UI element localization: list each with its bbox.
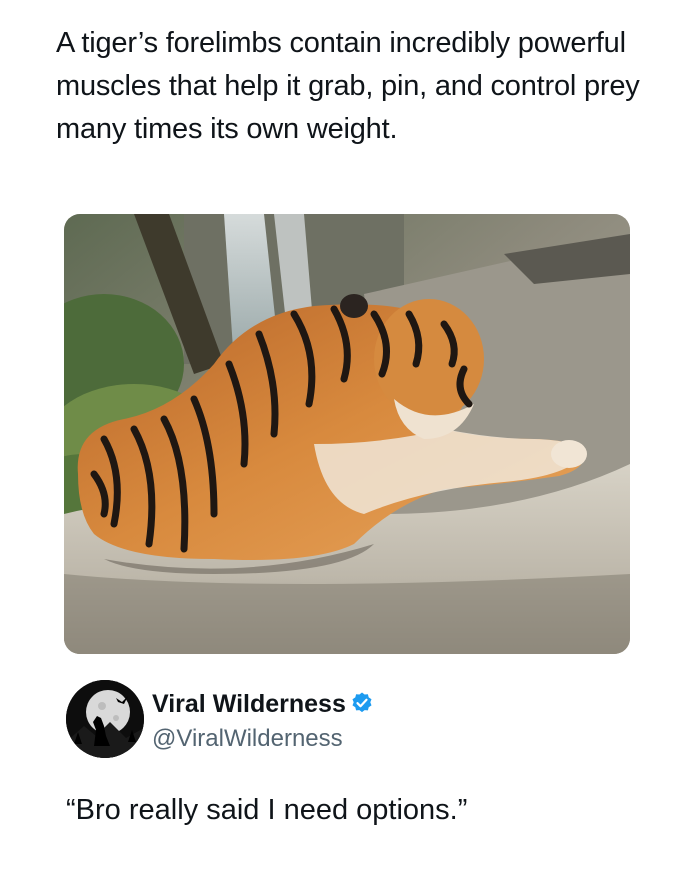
tweet-text: “Bro really said I need options.” bbox=[66, 794, 468, 826]
tiger-illustration bbox=[64, 214, 630, 654]
author-name-row[interactable]: Viral Wilderness bbox=[152, 689, 374, 722]
tweet-author[interactable]: Viral Wilderness @ViralWilderness bbox=[64, 680, 624, 760]
author-name[interactable]: Viral Wilderness bbox=[152, 690, 346, 718]
tiger-photo[interactable] bbox=[64, 214, 630, 654]
wolf-moon-icon bbox=[66, 680, 144, 758]
author-handle[interactable]: @ViralWilderness bbox=[152, 724, 343, 754]
verified-badge-icon bbox=[350, 691, 374, 722]
post-caption: A tiger’s forelimbs contain incredibly p… bbox=[56, 27, 640, 145]
howling-wolf-moon-avatar[interactable] bbox=[66, 680, 144, 758]
